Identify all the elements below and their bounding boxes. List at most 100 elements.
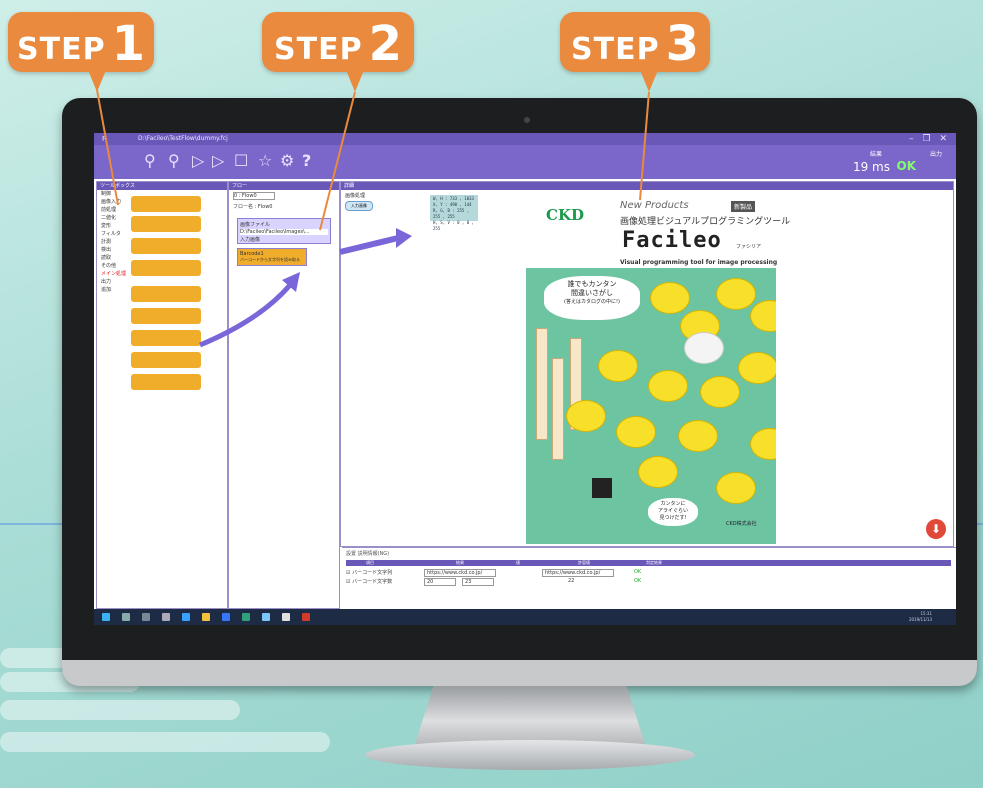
app-icon[interactable] [282, 613, 290, 621]
tool-block[interactable] [131, 196, 201, 212]
category-item[interactable]: 二値化 [97, 214, 127, 222]
bubble-line: カンタンに [660, 501, 686, 507]
product-logo: Facileo [622, 228, 722, 253]
flow-input-node[interactable]: 画像ファイル D:\Facileo\Facileo\Images\... 入力画… [237, 218, 331, 244]
app-icon[interactable] [242, 613, 250, 621]
category-item[interactable]: フィルタ [97, 230, 127, 238]
title-bar: F D:\Facileo\TestFlow\dummy.fcj – ❐ ✕ [94, 133, 956, 145]
duck [684, 332, 724, 364]
new-products-label: New Products [620, 200, 689, 211]
category-item[interactable]: メイン処理 [97, 270, 127, 278]
camera-icon [524, 117, 530, 123]
row-checkbox[interactable]: ☑ [346, 570, 350, 576]
category-item[interactable]: 計測 [97, 238, 127, 246]
download-icon[interactable]: ⬇ [926, 519, 946, 539]
step-1-badge: STEP 1 [8, 12, 154, 72]
category-item[interactable]: 出力 [97, 278, 127, 286]
row-value-input[interactable]: https://www.ckd.co.jp/ [542, 569, 614, 577]
cloud-line: 誰でもカンタン [567, 280, 617, 288]
flow-name[interactable]: フロー名 : Flow0 [233, 203, 335, 210]
clock[interactable]: 15:31 2019/11/13 [909, 611, 932, 623]
category-item[interactable]: 読取 [97, 254, 127, 262]
bg-stripe [0, 700, 240, 720]
col-header: 項目 [366, 560, 374, 565]
start-icon[interactable] [102, 613, 110, 621]
store-icon[interactable] [222, 613, 230, 621]
chrome-icon[interactable] [202, 613, 210, 621]
category-item[interactable]: 検出 [97, 246, 127, 254]
bubble-line: アライぐらい [657, 508, 688, 514]
cloud-line: (答えはカタログの中に!) [564, 299, 620, 305]
tool-panel: ツールボックス 制御 画像入力 前処理 二値化 変形 フィルタ 計測 検出 読取… [96, 181, 228, 609]
window-controls[interactable]: – ❐ ✕ [909, 133, 950, 145]
run-icon[interactable]: ⚲ [144, 151, 156, 170]
result-header: 項目 結果 値 許容値 判定結果 [346, 560, 951, 566]
duck [750, 300, 776, 332]
tool-block[interactable] [131, 374, 201, 390]
input-image-button[interactable]: 入力画像 [345, 201, 373, 211]
row-result-input[interactable]: 20 [424, 578, 456, 586]
step-number: 1 [111, 16, 145, 72]
play-step-icon[interactable]: ▷ [212, 151, 224, 170]
result-tabs[interactable]: 設置 説明情報(NG) [342, 548, 956, 559]
app-icon[interactable] [262, 613, 270, 621]
bg-stripe [0, 732, 330, 752]
info-line: R, G, B : 255 , 255 , 255 [433, 208, 470, 219]
tool-panel-title: ツールボックス [97, 182, 227, 190]
poster-footer: CKD株式会社 [726, 521, 757, 527]
tool-block[interactable] [131, 352, 201, 368]
node-title: 画像ファイル [240, 222, 271, 228]
row-result-input[interactable]: https://www.ckd.co.jp/ [424, 569, 496, 577]
stop-icon[interactable]: ☐ [234, 151, 248, 170]
step-3-pointer [640, 70, 658, 92]
help-icon[interactable]: ? [302, 151, 311, 170]
flow-selector[interactable]: 0 : Flow0 [233, 192, 275, 200]
search-icon[interactable] [122, 613, 130, 621]
tool-block[interactable] [131, 216, 201, 232]
category-item[interactable]: 変形 [97, 222, 127, 230]
category-item[interactable]: 前処理 [97, 206, 127, 214]
step-run-icon[interactable]: ⚲ [168, 151, 180, 170]
favorite-icon[interactable]: ☆ [258, 151, 272, 170]
node-path: D:\Facileo\Facileo\Images\... [240, 229, 328, 235]
col-header: 許容値 [578, 560, 590, 565]
col-header: 値 [516, 560, 520, 565]
browser-icon[interactable] [182, 613, 190, 621]
category-item[interactable]: 画像入力 [97, 198, 127, 206]
detail-panel-title: 詳細 [341, 182, 953, 190]
row-checkbox[interactable]: ☑ [346, 579, 350, 585]
bubble-line: 見つけだす! [659, 515, 687, 521]
row-judge: OK [634, 569, 642, 575]
duck [566, 400, 606, 432]
result-panel: 設置 説明情報(NG) 項目 結果 値 許容値 判定結果 ☑ バーコード文字列 … [342, 547, 956, 600]
tool-block[interactable] [131, 238, 201, 254]
category-item[interactable]: 制御 [97, 190, 127, 198]
app-title: F [102, 135, 107, 143]
col-header: 結果 [456, 560, 464, 565]
flow-barcode-node[interactable]: Barcode1 バーコードから文字列を読み取る [237, 248, 307, 266]
output-label[interactable]: 出力 [930, 149, 942, 158]
row-judge: OK [634, 578, 642, 584]
tool-block[interactable] [131, 330, 201, 346]
duck [716, 278, 756, 310]
step-label: STEP [274, 32, 363, 67]
step-2-badge: STEP 2 [262, 12, 414, 72]
settings-icon[interactable]: ⚙ [280, 151, 294, 170]
category-item[interactable]: その他 [97, 262, 127, 270]
tool-block[interactable] [131, 308, 201, 324]
taskview-icon[interactable] [142, 613, 150, 621]
duck [700, 376, 740, 408]
app-icon[interactable] [162, 613, 170, 621]
step-label: STEP [571, 32, 660, 67]
category-item[interactable]: 追加 [97, 286, 127, 294]
tool-block[interactable] [131, 286, 201, 302]
play-icon[interactable]: ▷ [192, 151, 204, 170]
row-name: バーコード文字数 [352, 579, 393, 585]
info-line: H, S, V : 0 , 0 , 255 [433, 220, 474, 231]
result-label: 結果 [869, 151, 882, 158]
col-header: 判定結果 [646, 560, 662, 565]
row-result-input[interactable]: 23 [462, 578, 494, 586]
fence-post [536, 328, 548, 440]
tool-block[interactable] [131, 260, 201, 276]
app-icon[interactable] [302, 613, 310, 621]
